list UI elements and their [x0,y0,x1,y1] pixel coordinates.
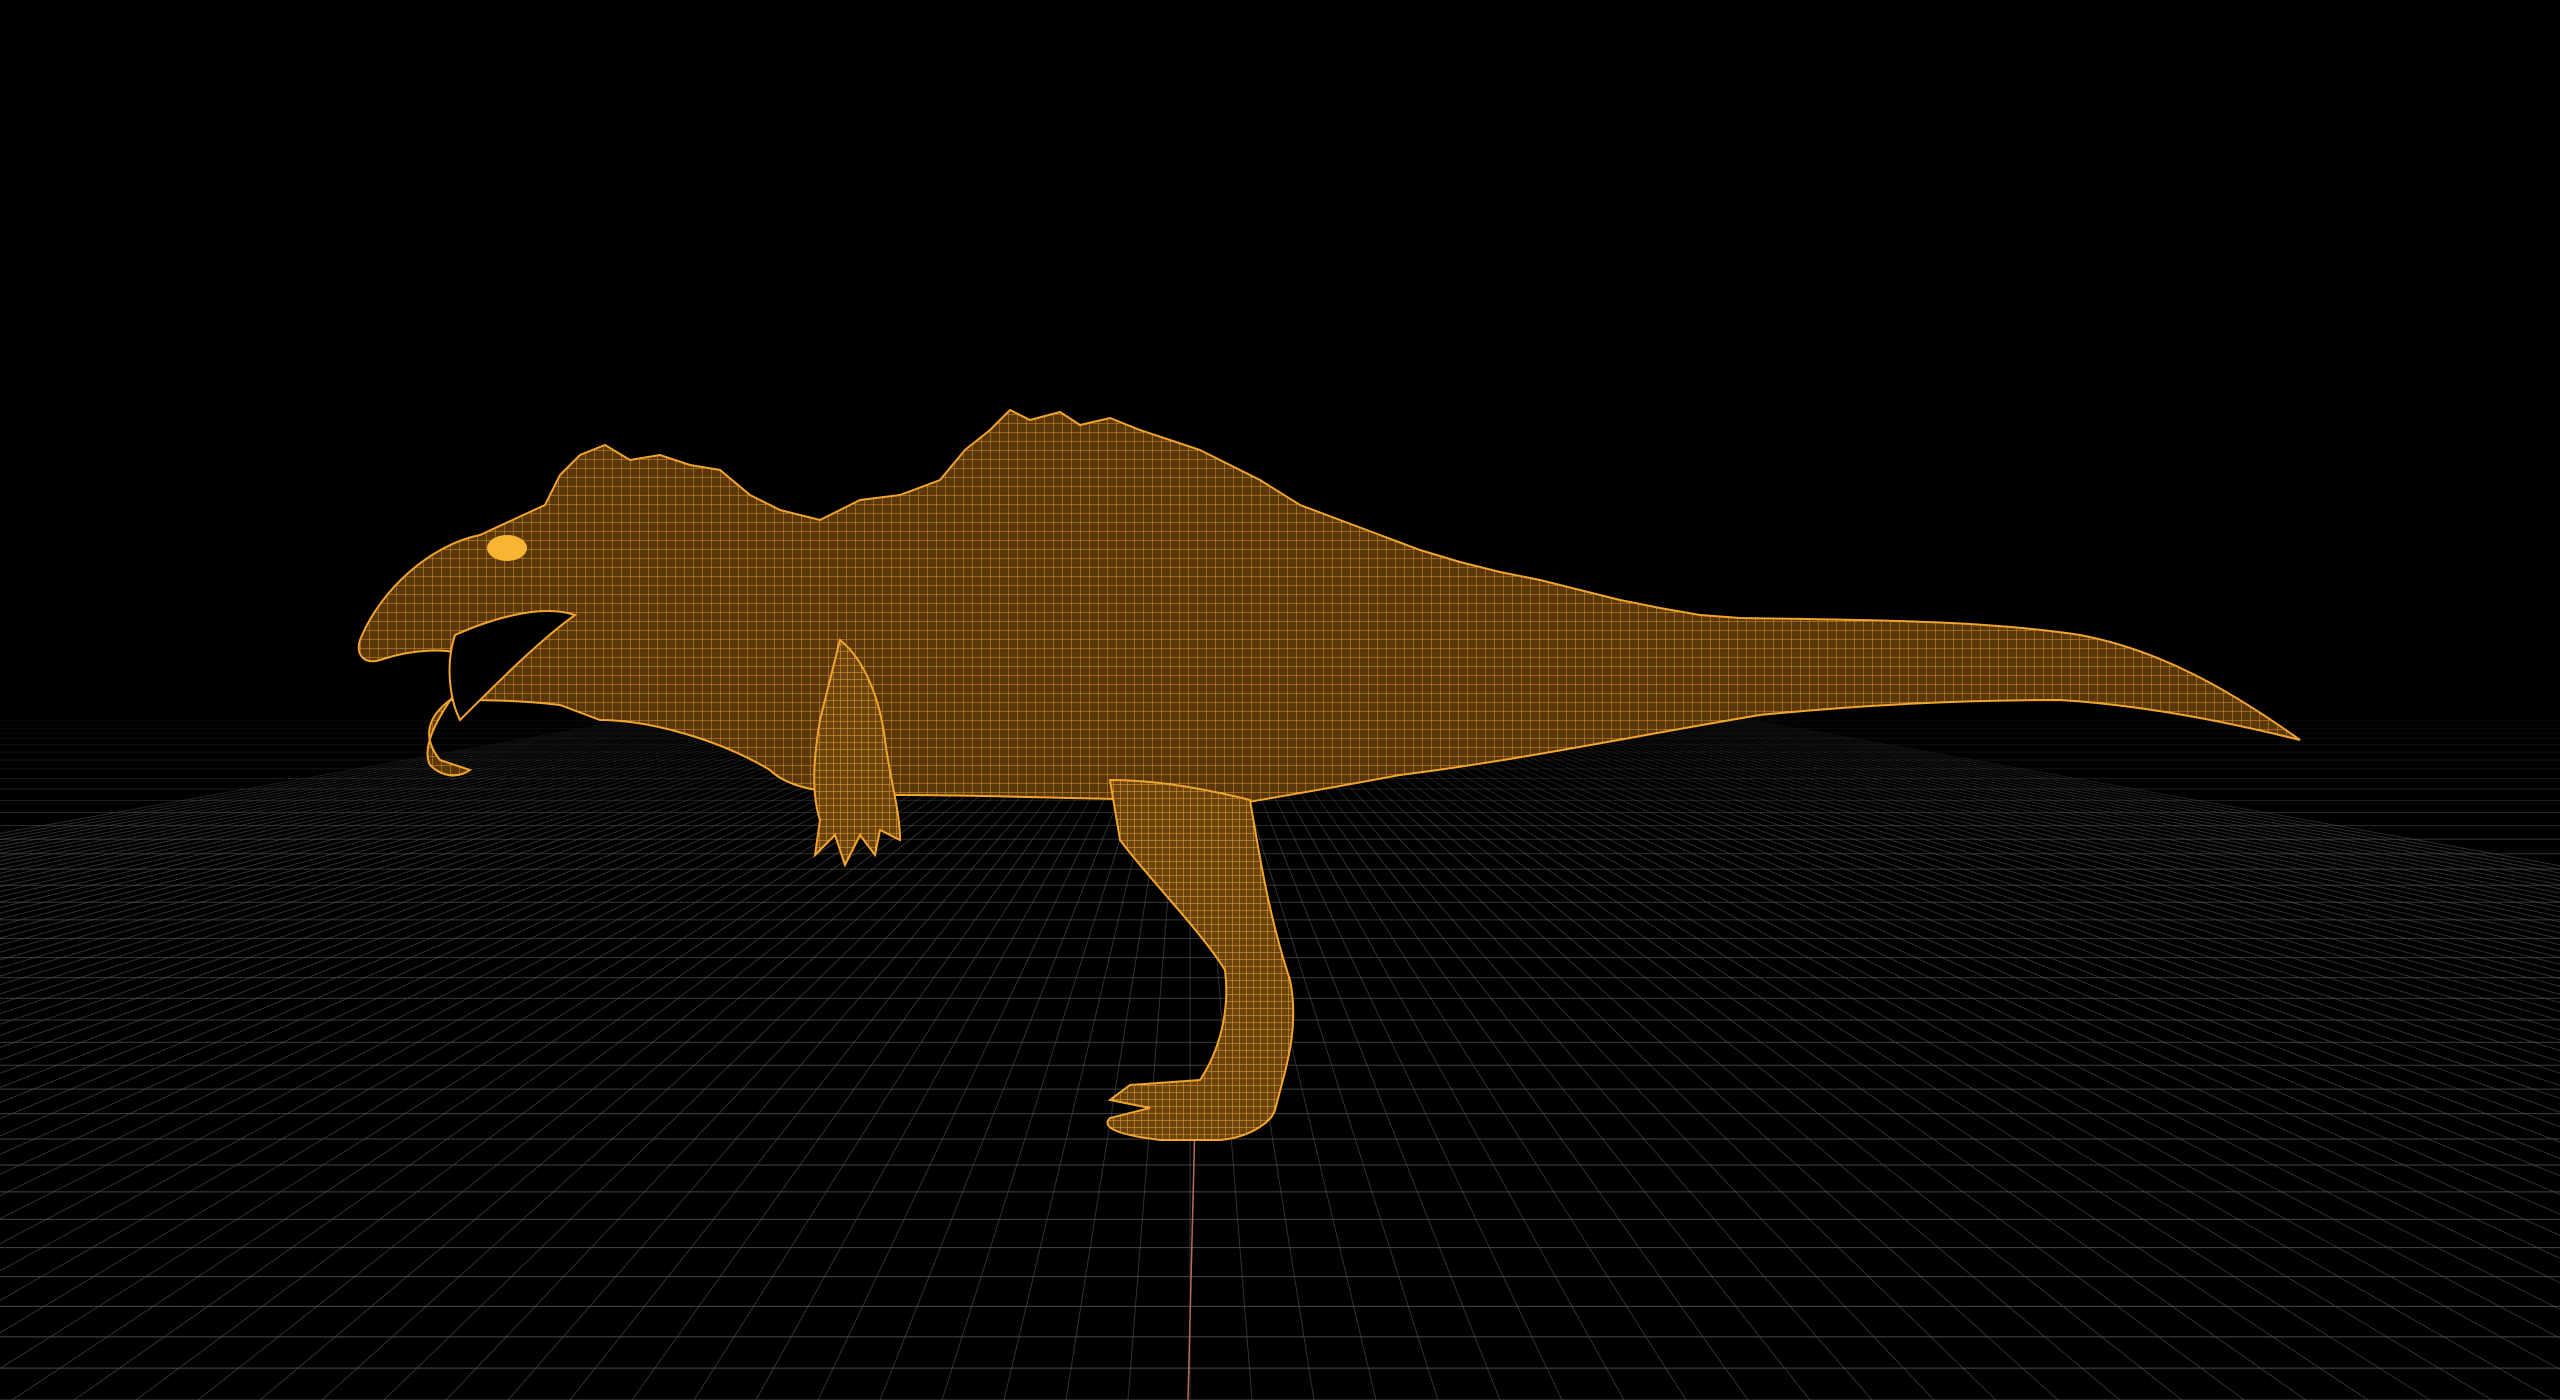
scene-canvas[interactable] [0,0,2560,1400]
origin-axis [1187,1119,1196,1400]
3d-viewport[interactable] [0,0,2560,1400]
eye [487,535,527,561]
